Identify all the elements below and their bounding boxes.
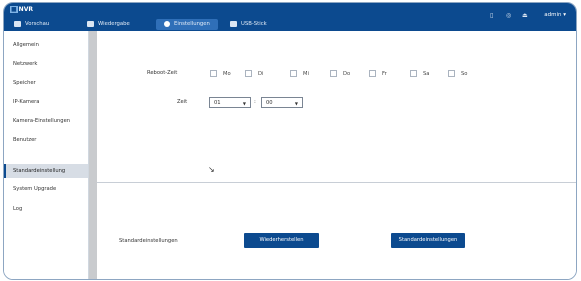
logo: ■ NVR [10, 6, 33, 13]
panel-gutter [89, 31, 97, 279]
tab-settings[interactable]: Einstellungen [156, 19, 218, 30]
usb-icon [230, 20, 237, 27]
main-content: Reboot-Zeit Mo Di Mi Do Fr Sa So Zeit 01… [97, 31, 576, 279]
default-settings-label: Standardeinstellungen [119, 238, 178, 244]
sidebar-item-general[interactable]: Allgemein [4, 38, 88, 52]
sidebar-item-camera-settings[interactable]: Kamera-Einstellungen [4, 114, 88, 128]
tab-label: Wiedergabe [98, 21, 130, 27]
time-label: Zeit [177, 99, 188, 105]
day-label: Mo [223, 71, 231, 77]
minute-select[interactable]: 00 ▼ [261, 97, 303, 108]
notification-icon[interactable]: ▯ [490, 12, 493, 19]
chevron-down-icon: ▼ [242, 101, 246, 106]
tab-label: Vorschau [25, 21, 50, 27]
restore-button[interactable]: Wiederherstellen [244, 233, 319, 248]
checkbox[interactable] [245, 70, 252, 77]
sidebar-item-log[interactable]: Log [4, 202, 88, 216]
default-settings-button[interactable]: Standardeinstellungen [391, 233, 465, 248]
mouse-cursor-icon: ↘ [208, 165, 215, 174]
minute-value: 00 [266, 100, 273, 106]
day-label: Do [343, 71, 351, 77]
lock-icon[interactable]: ⏏ [522, 12, 528, 19]
user-menu[interactable]: admin ▾ [544, 12, 566, 18]
day-checkbox-so[interactable]: So [448, 70, 467, 77]
hour-select[interactable]: 01 ▼ [209, 97, 251, 108]
tab-usb[interactable]: USB-Stick [230, 19, 267, 30]
settings-icon [164, 20, 170, 27]
day-checkbox-mi[interactable]: Mi [290, 70, 309, 77]
day-checkbox-fr[interactable]: Fr [369, 70, 387, 77]
tab-label: USB-Stick [241, 21, 267, 27]
day-checkbox-di[interactable]: Di [245, 70, 263, 77]
sidebar-item-network[interactable]: Netzwerk [4, 57, 88, 71]
tab-label: Einstellungen [174, 21, 210, 27]
checkbox[interactable] [448, 70, 455, 77]
hour-value: 01 [214, 100, 221, 106]
sidebar-item-users[interactable]: Benutzer [4, 133, 88, 147]
sidebar-item-system-upgrade[interactable]: System Upgrade [4, 182, 88, 196]
sidebar: Allgemein Netzwerk Speicher IP-Kamera Ka… [4, 31, 89, 279]
tab-preview[interactable]: Vorschau [14, 19, 49, 30]
time-separator: : [254, 99, 256, 105]
tab-playback[interactable]: Wiedergabe [87, 19, 130, 30]
network-icon[interactable]: ◎ [506, 12, 511, 19]
checkbox[interactable] [369, 70, 376, 77]
reboot-time-label: Reboot-Zeit [147, 70, 178, 76]
chevron-down-icon: ▼ [294, 101, 298, 106]
day-label: Sa [423, 71, 430, 77]
day-checkbox-sa[interactable]: Sa [410, 70, 429, 77]
app-window: ■ NVR Vorschau Wiedergabe Einstellungen U… [3, 2, 577, 280]
day-label: So [461, 71, 468, 77]
sidebar-item-storage[interactable]: Speicher [4, 76, 88, 90]
day-checkbox-do[interactable]: Do [330, 70, 350, 77]
checkbox[interactable] [210, 70, 217, 77]
day-label: Mi [303, 71, 309, 77]
sidebar-item-default-settings[interactable]: Standardeinstellung [4, 164, 88, 178]
logo-text: NVR [18, 6, 33, 13]
top-bar: ■ NVR Vorschau Wiedergabe Einstellungen U… [4, 3, 576, 31]
checkbox[interactable] [410, 70, 417, 77]
day-label: Fr [382, 71, 387, 77]
day-label: Di [258, 71, 264, 77]
preview-icon [14, 20, 21, 27]
playback-icon [87, 20, 94, 27]
section-divider [97, 182, 576, 183]
checkbox[interactable] [330, 70, 337, 77]
checkbox[interactable] [290, 70, 297, 77]
sidebar-item-ip-camera[interactable]: IP-Kamera [4, 95, 88, 109]
day-checkbox-mo[interactable]: Mo [210, 70, 231, 77]
